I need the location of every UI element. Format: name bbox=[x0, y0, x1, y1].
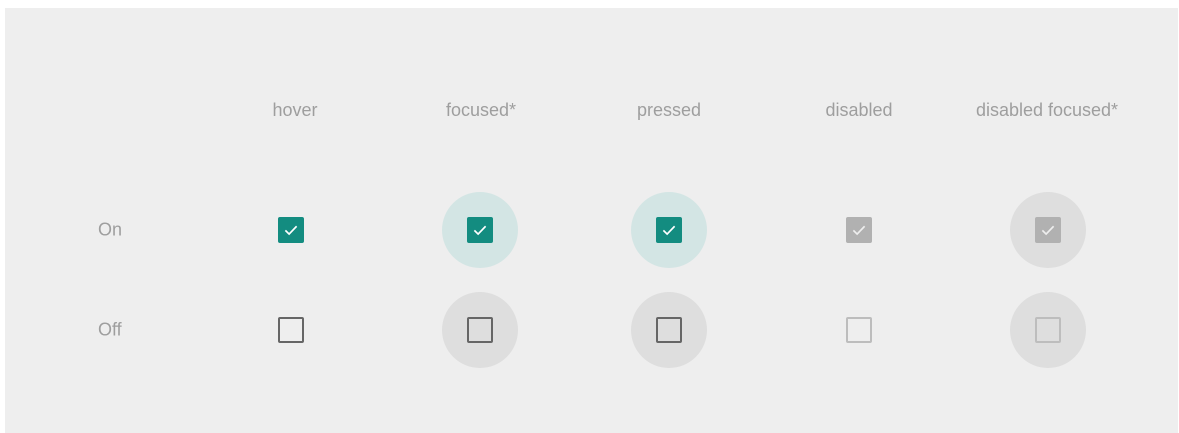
checkbox-box[interactable] bbox=[467, 217, 493, 243]
checkbox-box bbox=[1035, 317, 1061, 343]
column-header-hover: hover bbox=[272, 100, 318, 120]
checkbox-off-focused[interactable] bbox=[442, 292, 518, 368]
checkbox-off-pressed[interactable] bbox=[631, 292, 707, 368]
checkbox-box[interactable] bbox=[278, 317, 304, 343]
checkbox-box bbox=[846, 317, 872, 343]
checkbox-off-disabled bbox=[821, 292, 897, 368]
checkbox-on-focused[interactable] bbox=[442, 192, 518, 268]
checkbox-box bbox=[846, 217, 872, 243]
checkbox-box[interactable] bbox=[278, 217, 304, 243]
checkbox-on-hover[interactable] bbox=[253, 192, 329, 268]
check-icon bbox=[1041, 225, 1055, 236]
checkbox-on-pressed[interactable] bbox=[631, 192, 707, 268]
check-icon bbox=[662, 225, 676, 236]
check-icon bbox=[852, 225, 866, 236]
checkbox-box[interactable] bbox=[467, 317, 493, 343]
checkbox-off-hover[interactable] bbox=[253, 292, 329, 368]
checkbox-off-disabled-focused bbox=[1010, 292, 1086, 368]
column-header-focused: focused* bbox=[445, 100, 517, 120]
checkbox-on-disabled bbox=[821, 192, 897, 268]
checkbox-states-panel bbox=[5, 8, 1178, 433]
checkbox-box bbox=[1035, 217, 1061, 243]
column-header-disabled: disabled bbox=[825, 100, 893, 120]
check-icon bbox=[473, 225, 487, 236]
row-label-off: Off bbox=[98, 319, 122, 340]
column-header-disabled-focused: disabled focused* bbox=[975, 100, 1119, 120]
column-header-pressed: pressed bbox=[636, 100, 702, 120]
check-icon bbox=[284, 225, 298, 236]
row-label-on: On bbox=[98, 219, 123, 240]
checkbox-on-disabled-focused bbox=[1010, 192, 1086, 268]
checkbox-box[interactable] bbox=[656, 317, 682, 343]
checkbox-box[interactable] bbox=[656, 217, 682, 243]
